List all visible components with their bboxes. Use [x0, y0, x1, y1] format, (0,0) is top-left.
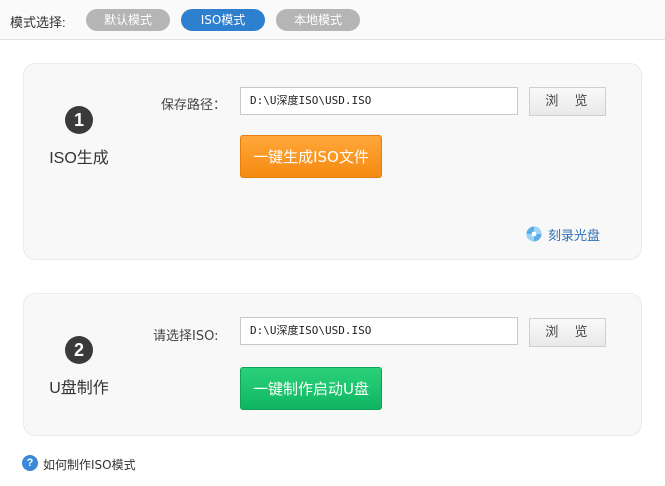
usb-create-title: U盘制作: [49, 380, 109, 397]
browse-iso-button[interactable]: 浏 览: [529, 318, 606, 347]
mode-local-button[interactable]: 本地模式: [276, 9, 360, 31]
step-two-badge: 2: [65, 336, 93, 364]
help-label: 如何制作ISO模式: [43, 458, 136, 472]
select-iso-label: 请选择ISO:: [153, 329, 219, 344]
mode-bar: 模式选择: 默认模式 ISO模式 本地模式: [0, 0, 665, 40]
disc-icon: [526, 226, 542, 242]
mode-iso-button[interactable]: ISO模式: [181, 9, 265, 31]
mode-default-button[interactable]: 默认模式: [86, 9, 170, 31]
iso-generate-panel: 1 ISO生成 保存路径： D:\U深度ISO\USD.ISO 浏 览 一键生成…: [23, 63, 642, 260]
save-path-label: 保存路径：: [161, 98, 227, 113]
generate-iso-button[interactable]: 一键生成ISO文件: [240, 135, 382, 178]
question-icon: ?: [22, 455, 38, 471]
browse-save-path-button[interactable]: 浏 览: [529, 87, 606, 116]
iso-generate-title: ISO生成: [49, 150, 109, 167]
burn-disc-label: 刻录光盘: [548, 229, 601, 244]
save-path-input[interactable]: D:\U深度ISO\USD.ISO: [240, 87, 518, 115]
mode-label: 模式选择:: [10, 15, 66, 30]
step-one-badge: 1: [65, 106, 93, 134]
usb-create-panel: 2 U盘制作 请选择ISO: D:\U深度ISO\USD.ISO 浏 览 一键制…: [23, 293, 642, 436]
create-boot-usb-button[interactable]: 一键制作启动U盘: [240, 367, 382, 410]
select-iso-input[interactable]: D:\U深度ISO\USD.ISO: [240, 317, 518, 345]
